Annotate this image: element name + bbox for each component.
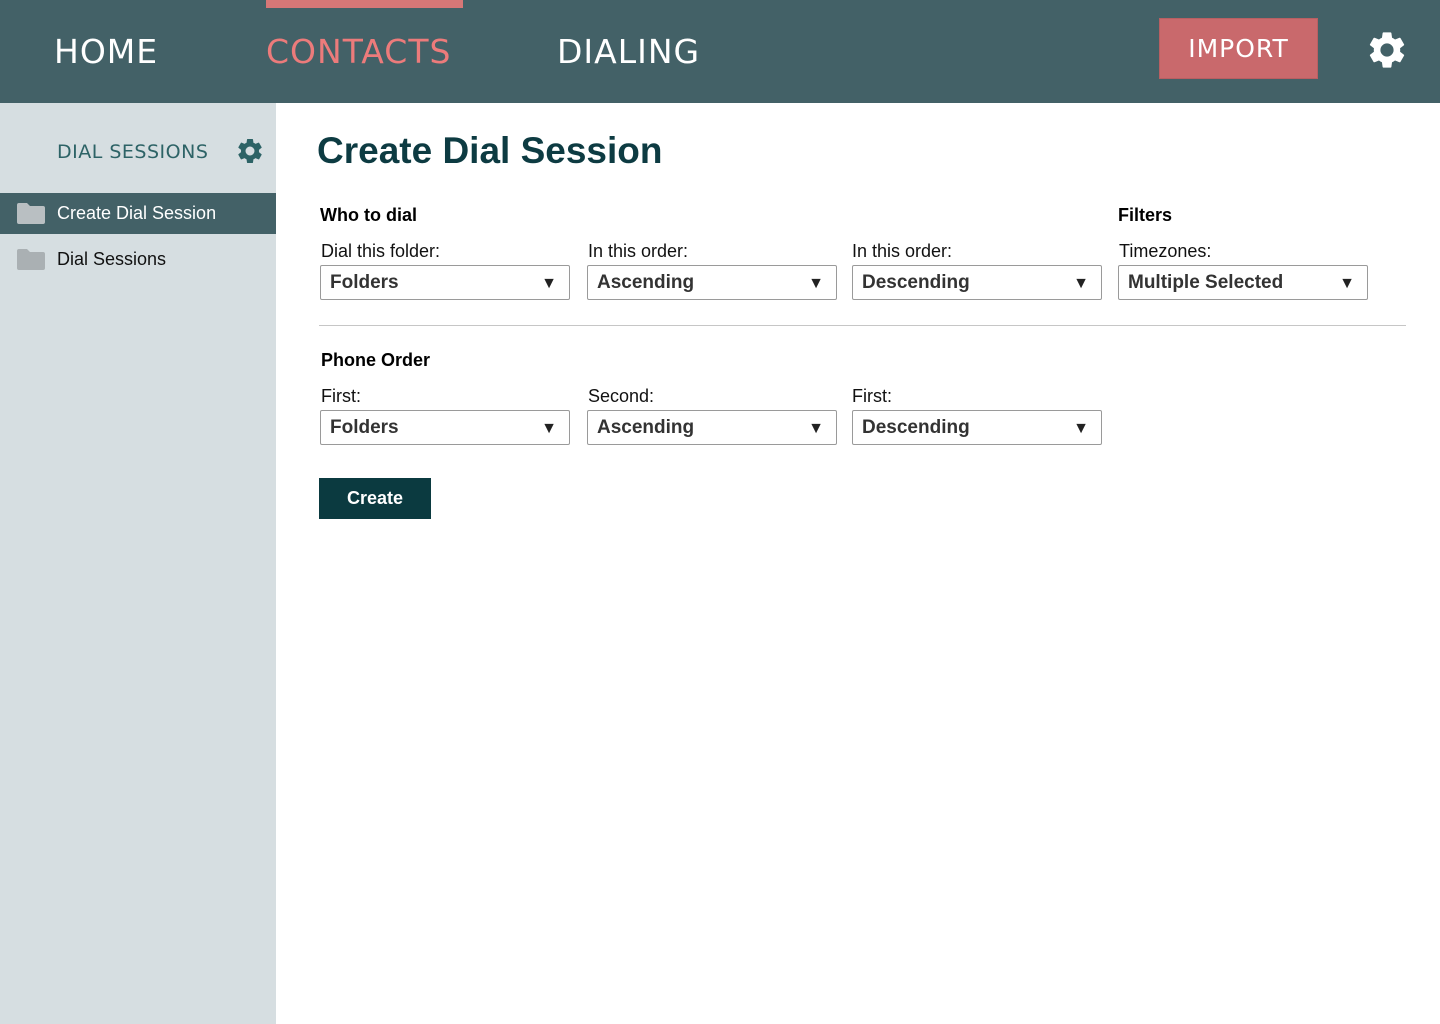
phone-second-label: Second:: [588, 386, 655, 406]
filters-heading: Filters: [1118, 205, 1173, 225]
select-value: Ascending: [597, 271, 695, 293]
timezones-select[interactable]: Multiple Selected ▼: [1118, 265, 1368, 300]
dial-folder-label: Dial this folder:: [321, 241, 441, 261]
dropdown-arrow-icon: ▼: [808, 275, 824, 292]
phone-third-label: First:: [852, 386, 892, 406]
sidebar-item-dial-sessions[interactable]: Dial Sessions: [0, 239, 276, 280]
dropdown-arrow-icon: ▼: [1339, 275, 1355, 292]
dropdown-arrow-icon: ▼: [541, 420, 557, 437]
sidebar-item-create-dial-session[interactable]: Create Dial Session: [0, 193, 276, 234]
dropdown-arrow-icon: ▼: [1073, 275, 1089, 292]
settings-gear-icon[interactable]: [1365, 28, 1409, 72]
order-select-2[interactable]: Descending ▼: [852, 265, 1102, 300]
select-value: Multiple Selected: [1128, 271, 1284, 293]
nav-contacts[interactable]: CONTACTS: [266, 0, 451, 103]
order-label-2: In this order:: [852, 241, 953, 261]
sidebar-gear-icon[interactable]: [235, 136, 265, 166]
order-label-1: In this order:: [588, 241, 689, 261]
phone-second-select[interactable]: Ascending ▼: [587, 410, 837, 445]
create-button[interactable]: Create: [319, 478, 431, 519]
top-nav-bar: HOME CONTACTS DIALING IMPORT: [0, 0, 1440, 103]
sidebar-item-label: Dial Sessions: [57, 249, 167, 269]
phone-first-select[interactable]: Folders ▼: [320, 410, 570, 445]
import-button[interactable]: IMPORT: [1159, 18, 1318, 79]
folder-icon: [17, 203, 45, 224]
timezones-label: Timezones:: [1119, 241, 1212, 261]
phone-third-select[interactable]: Descending ▼: [852, 410, 1102, 445]
dial-folder-select[interactable]: Folders ▼: [320, 265, 570, 300]
select-value: Folders: [330, 416, 399, 438]
sidebar-item-label: Create Dial Session: [57, 203, 217, 223]
dropdown-arrow-icon: ▼: [541, 275, 557, 292]
nav-home[interactable]: HOME: [54, 0, 158, 103]
phone-first-label: First:: [321, 386, 361, 406]
select-value: Descending: [862, 416, 970, 438]
page-title: Create Dial Session: [317, 130, 663, 171]
order-select-1[interactable]: Ascending ▼: [587, 265, 837, 300]
select-value: Descending: [862, 271, 970, 293]
section-divider: [319, 325, 1406, 326]
folder-icon: [17, 249, 45, 270]
sidebar-title: DIAL SESSIONS: [57, 141, 209, 163]
dropdown-arrow-icon: ▼: [808, 420, 824, 437]
select-value: Folders: [330, 271, 399, 293]
select-value: Ascending: [597, 416, 695, 438]
sidebar: DIAL SESSIONS Create Dial Session Dial S…: [0, 103, 276, 1024]
who-to-dial-heading: Who to dial: [320, 205, 417, 225]
phone-order-heading: Phone Order: [321, 350, 431, 370]
dropdown-arrow-icon: ▼: [1073, 420, 1089, 437]
nav-dialing[interactable]: DIALING: [557, 0, 700, 103]
